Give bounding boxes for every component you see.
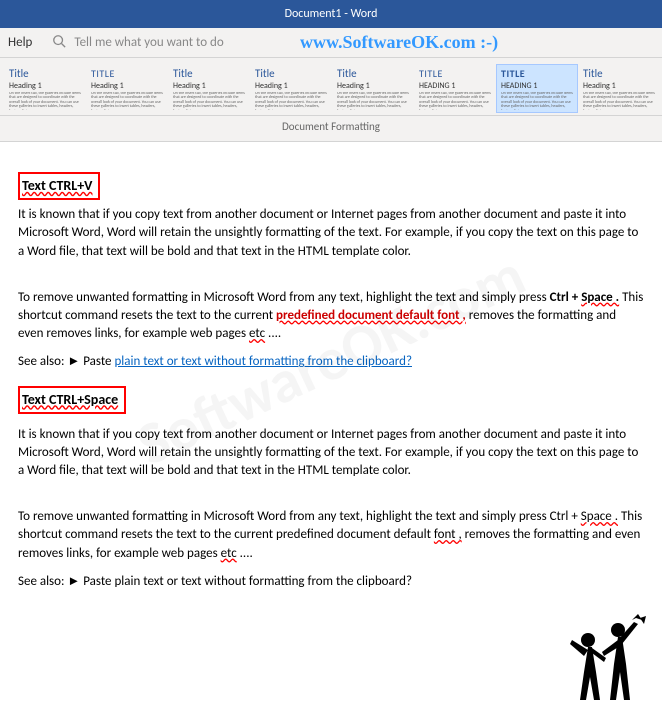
style-preset-1[interactable]: TITLEHeading 1On the Insert tab, the gal… (86, 64, 168, 113)
title-bar: Document1 - Word (0, 0, 662, 28)
style-body-preview: On the Insert tab, the galleries include… (173, 92, 245, 110)
see-also-2: See also: ► Paste plain text or text wit… (18, 573, 644, 591)
heading-1: Text CTRL+V (22, 177, 92, 194)
heading-2: Text CTRL+Space (22, 391, 118, 408)
text-run-underline: etc (221, 546, 237, 561)
style-body-preview: On the Insert tab, the galleries include… (501, 92, 573, 110)
style-title: TITLE (91, 67, 163, 80)
style-heading: Heading 1 (91, 81, 163, 91)
style-heading: Heading 1 (255, 81, 327, 91)
help-menu[interactable]: Help (8, 35, 32, 50)
style-preset-3[interactable]: TitleHeading 1On the Insert tab, the gal… (250, 64, 332, 113)
style-body-preview: On the Insert tab, the galleries include… (91, 92, 163, 110)
text-run: See also: ► Paste (18, 354, 114, 369)
text-run: .... (265, 326, 281, 341)
paragraph-3: It is known that if you copy text from a… (18, 426, 644, 481)
heading-highlight-1: Text CTRL+V (18, 172, 100, 200)
text-run: .... (237, 546, 253, 561)
text-run-red: predefined document default font , (276, 308, 466, 323)
style-title: Title (255, 67, 327, 80)
text-run-underline: etc (249, 326, 265, 341)
text-run: To remove unwanted formatting in Microso… (18, 509, 581, 524)
style-title: Title (9, 67, 81, 80)
window-title: Document1 - Word (285, 7, 378, 21)
paragraph-4: To remove unwanted formatting in Microso… (18, 508, 644, 563)
search-icon (52, 34, 66, 52)
style-preset-5[interactable]: TITLEHEADING 1On the Insert tab, the gal… (414, 64, 496, 113)
style-body-preview: On the Insert tab, the galleries include… (419, 92, 491, 110)
style-preset-4[interactable]: TitleHeading 1On the Insert tab, the gal… (332, 64, 414, 113)
style-preset-2[interactable]: TitleHeading 1On the Insert tab, the gal… (168, 64, 250, 113)
paragraph-1: It is known that if you copy text from a… (18, 206, 644, 261)
text-run-bold: Ctrl + (550, 290, 582, 305)
text-run-underline: font , (434, 527, 462, 542)
style-body-preview: On the Insert tab, the galleries include… (9, 92, 81, 110)
paragraph-2: To remove unwanted formatting in Microso… (18, 289, 644, 344)
text-run: To remove unwanted formatting in Microso… (18, 290, 550, 305)
watermark-link: www.SoftwareOK.com :-) (300, 32, 498, 53)
tell-me-input[interactable]: Tell me what you want to do (74, 35, 223, 50)
style-body-preview: On the Insert tab, the galleries include… (583, 92, 655, 110)
gallery-label: Document Formatting (0, 116, 662, 142)
document-area[interactable]: Text CTRL+V It is known that if you copy… (0, 142, 662, 615)
style-preset-6[interactable]: TITLEHEADING 1On the Insert tab, the gal… (496, 64, 578, 113)
style-body-preview: On the Insert tab, the galleries include… (337, 92, 409, 110)
text-run-underline: Space . (581, 290, 619, 305)
style-heading: Heading 1 (9, 81, 81, 91)
style-heading: Heading 1 (173, 81, 245, 91)
style-preset-0[interactable]: TitleHeading 1On the Insert tab, the gal… (4, 64, 86, 113)
text-run-underline: Space . (581, 509, 618, 524)
silhouette-graphic (560, 612, 650, 712)
styles-gallery: TitleHeading 1On the Insert tab, the gal… (0, 58, 662, 116)
style-body-preview: On the Insert tab, the galleries include… (255, 92, 327, 110)
style-title: Title (173, 67, 245, 80)
see-also-1: See also: ► Paste plain text or text wit… (18, 353, 644, 371)
style-preset-7[interactable]: TitleHeading 1On the Insert tab, the gal… (578, 64, 660, 113)
style-title: TITLE (501, 67, 573, 80)
style-heading: HEADING 1 (501, 81, 573, 91)
paste-plain-text-link[interactable]: plain text or text without formatting fr… (114, 354, 412, 369)
style-heading: Heading 1 (337, 81, 409, 91)
style-title: TITLE (419, 67, 491, 80)
style-heading: HEADING 1 (419, 81, 491, 91)
style-heading: Heading 1 (583, 81, 655, 91)
style-title: Title (337, 67, 409, 80)
style-title: Title (583, 67, 655, 80)
heading-highlight-2: Text CTRL+Space (18, 386, 126, 414)
